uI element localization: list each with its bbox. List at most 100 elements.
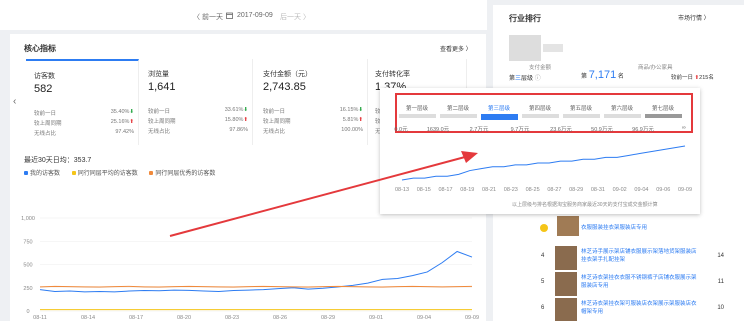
- metric-label: 访客数: [34, 73, 55, 80]
- x-tick-label: 08-21: [482, 187, 496, 193]
- x-tick-label: 09-01: [369, 315, 383, 321]
- tier-label: 第三层级 ⓘ: [509, 76, 541, 82]
- y-tick-label: 0: [26, 309, 29, 315]
- x-tick-label: 08-31: [591, 187, 605, 193]
- shop-avatar: [509, 35, 541, 61]
- rank-no: 5: [541, 279, 545, 285]
- tier-bar: [399, 114, 436, 118]
- rank-item-title[interactable]: 林芝诗衣架挂衣衣服不锈钢裤子店铺衣服展示架服装店专用: [581, 274, 699, 290]
- tier-tab[interactable]: 第三层级: [479, 104, 519, 112]
- tier-bar: [440, 114, 477, 118]
- metric-label: 浏览量: [148, 71, 169, 78]
- x-tick-label: 08-23: [225, 315, 239, 321]
- metric-compare-row: 较前一日 33.61%⬇: [148, 107, 248, 115]
- metric-label: 支付金额（元）: [263, 71, 312, 78]
- rank-item-title[interactable]: 衣服服装挂衣架服装店专用: [581, 224, 699, 232]
- compare-label: 较前一日: [263, 109, 286, 115]
- metric-compare-row: 较上周同期 25.16%⬆: [34, 119, 134, 127]
- x-tick-label: 08-25: [526, 187, 540, 193]
- tier-tab[interactable]: 第五层级: [561, 104, 601, 112]
- tier-bar: [522, 114, 559, 118]
- compare-value: 97.86%: [229, 127, 248, 133]
- x-tick-label: 09-04: [417, 315, 431, 321]
- x-tick-label: 08-13: [395, 187, 409, 193]
- tier-note: 以上层级与排名根据淘宝服务商家最近30天的支付宝成交金额计算: [512, 202, 658, 208]
- trend-arrow-icon: ⬆: [129, 119, 134, 125]
- rank-count: 14: [717, 253, 724, 259]
- view-more-link[interactable]: 查看更多 〉: [440, 44, 472, 53]
- metric-compare-row: 无线占比 97.42%: [34, 129, 134, 137]
- legend-item-avg[interactable]: 同行同层平均的访客数: [71, 171, 138, 177]
- legend-item-mine[interactable]: 我的访客数: [24, 171, 60, 177]
- compare-label: 较上周同期: [148, 119, 176, 125]
- metric-card[interactable]: 访客数 582 较前一日 35.40%⬇ 较上周同期 25.16%⬆ 无线占比 97.…: [26, 59, 139, 145]
- x-tick-label: 09-04: [634, 187, 648, 193]
- core-metrics-title: 核心指标: [24, 44, 56, 53]
- rank-item[interactable]: 6 林芝诗衣架挂衣架可服装店衣架展示架服装店衣帽架专用 10: [493, 295, 744, 321]
- series-line-0[interactable]: [39, 250, 473, 293]
- product-thumb: [555, 272, 577, 296]
- tier-highlight-box: 第一层级 第二层级 第三层级 第四层级 第五层级 第六层级 第七层级 0.0元 1639.0元 2…: [394, 93, 693, 133]
- rank-item-title[interactable]: 林芝诗衣架挂衣架可服装店衣架展示架服装店衣帽架专用: [581, 300, 699, 316]
- tier-threshold: 9.7万元: [510, 127, 530, 133]
- metric-value: 1,641: [148, 81, 176, 93]
- x-tick-label: 08-20: [177, 315, 191, 321]
- rank-count: 10: [717, 305, 724, 311]
- product-thumb: [557, 216, 579, 236]
- x-tick-label: 09-09: [465, 315, 479, 321]
- x-tick-label: 08-26: [273, 315, 287, 321]
- legend-item-top[interactable]: 同行同层优秀的访客数: [149, 171, 215, 177]
- compare-value: 100.00%: [341, 127, 363, 133]
- next-day-button[interactable]: 后一天 〉: [280, 12, 310, 22]
- metric-value: 582: [34, 83, 53, 95]
- compare-value: 97.42%: [115, 129, 134, 135]
- rank-item-3[interactable]: 衣服服装挂衣架服装店专用: [493, 215, 744, 241]
- metric-card[interactable]: 浏览量 1,641 较前一日 33.61%⬇ 较上周同期 15.80%⬆ 无线占比 9…: [140, 59, 253, 145]
- y-tick-label: 500: [23, 263, 32, 269]
- tier-tab[interactable]: 第四层级: [520, 104, 560, 112]
- y-tick-label: 1,000: [21, 216, 35, 222]
- compare-value: 35.40%⬇: [110, 109, 134, 115]
- calendar-icon[interactable]: [226, 12, 233, 21]
- metric-card[interactable]: 支付金额（元） 2,743.85 较前一日 16.15%⬇ 较上周同期 5.81%⬆…: [255, 59, 368, 145]
- rank-count: 11: [717, 279, 724, 285]
- compare-value: 33.61%⬇: [224, 107, 248, 113]
- prev-day-button[interactable]: 〈 前一天: [193, 12, 223, 22]
- chart-legend: 我的访客数 同行同层平均的访客数 同行同层优秀的访客数: [24, 168, 215, 177]
- product-thumb: [555, 246, 577, 270]
- tier-bar: [481, 114, 518, 120]
- product-thumb: [555, 298, 577, 321]
- legend-swatch-icon: [149, 171, 154, 176]
- tier-bar: [604, 114, 641, 118]
- compare-label: 较前一日: [148, 109, 171, 115]
- metric-value: 2,743.85: [263, 81, 306, 93]
- compare-value: 15.80%⬆: [224, 117, 248, 123]
- tier-tab[interactable]: 第一层级: [397, 104, 437, 112]
- x-tick-label: 08-23: [504, 187, 518, 193]
- rank-item-title[interactable]: 林芝诗手展示架店铺衣服展示架落地货架服装店挂衣架手扎配挂架: [581, 248, 699, 264]
- compare-label: 较上周同期: [34, 121, 62, 127]
- category-label: 商品/办公家具: [638, 65, 673, 71]
- x-tick-label: 08-29: [569, 187, 583, 193]
- tier-tab[interactable]: 第六层级: [602, 104, 642, 112]
- rank-trend-line[interactable]: [401, 145, 686, 181]
- metrics-prev-arrow[interactable]: ‹: [13, 96, 16, 107]
- date-bar: 〈 前一天 2017-09-09 后一天 〉: [0, 0, 487, 30]
- tier-bar: [563, 114, 600, 118]
- legend-swatch-icon: [71, 171, 76, 176]
- metric-label: 支付转化率: [375, 71, 410, 78]
- market-trend-link[interactable]: 市场行情 〉: [678, 13, 710, 22]
- x-tick-label: 08-17: [129, 315, 143, 321]
- tier-tab[interactable]: 第七层级: [643, 104, 683, 112]
- compare-value: 5.81%⬆: [342, 117, 363, 123]
- x-tick-label: 08-27: [547, 187, 561, 193]
- legend-swatch-icon: [24, 171, 28, 176]
- tier-tab[interactable]: 第二层级: [438, 104, 478, 112]
- help-icon[interactable]: ⓘ: [535, 76, 541, 82]
- tier-threshold: ∞: [682, 125, 686, 131]
- current-date[interactable]: 2017-09-09: [237, 12, 273, 19]
- tier-threshold: 50.9万元: [591, 127, 613, 133]
- series-line-2[interactable]: [39, 285, 473, 288]
- x-tick-label: 08-11: [33, 315, 47, 321]
- x-tick-label: 08-19: [460, 187, 474, 193]
